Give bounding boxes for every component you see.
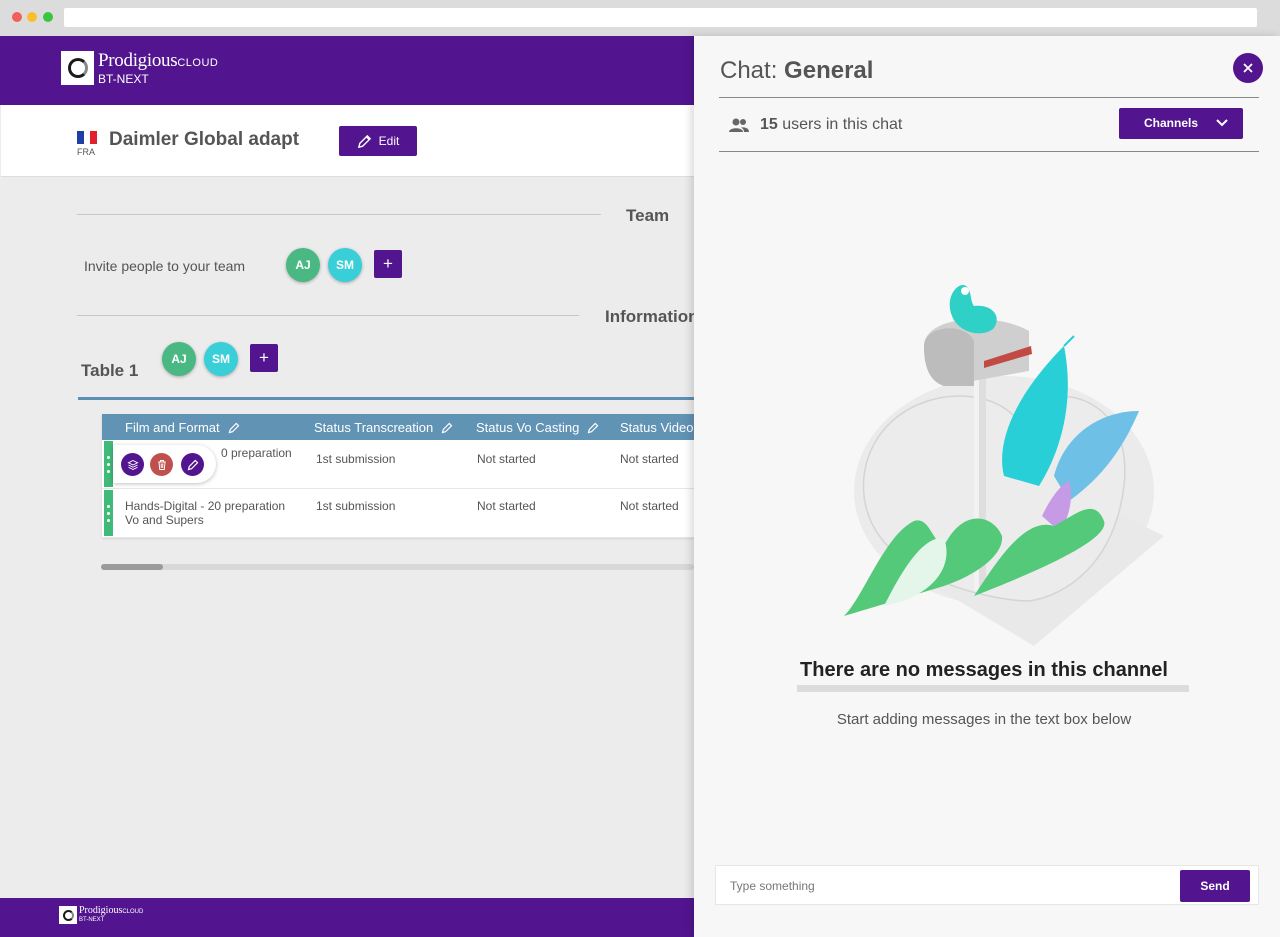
team-divider (77, 214, 601, 215)
table-header: Film and Format Status Transcreation Sta… (102, 414, 694, 440)
address-bar[interactable] (64, 8, 1257, 27)
window-maximize-dot[interactable] (43, 12, 53, 22)
edit-button-label: Edit (378, 134, 400, 148)
chat-divider (719, 97, 1259, 98)
logo-product: BT-NEXT (79, 917, 105, 923)
chat-divider (719, 151, 1259, 152)
column-header[interactable]: Film and Format (125, 420, 240, 435)
chevron-down-icon (1216, 119, 1228, 127)
project-title: Daimler Global adapt (109, 129, 300, 150)
browser-chrome (0, 0, 1280, 36)
channels-label: Channels (1144, 116, 1199, 130)
trash-icon (157, 459, 166, 470)
table-cell: Not started (620, 452, 679, 466)
channels-dropdown[interactable]: Channels (1119, 108, 1243, 139)
empty-state-subtitle: Start adding messages in the text box be… (836, 711, 1132, 728)
empty-state-title: There are no messages in this channel (800, 659, 1168, 681)
edit-project-button[interactable]: Edit (339, 126, 417, 156)
footer-logo: ProdigiousCLOUD BT-NEXT (59, 906, 143, 924)
empty-state-divider (797, 685, 1189, 692)
column-header[interactable]: Status Video (620, 420, 693, 435)
empty-mailbox-illustration (844, 285, 1164, 646)
chat-title: Chat: General (720, 57, 873, 85)
message-composer: Send (715, 865, 1259, 905)
table-cell: 1st submission (316, 452, 396, 466)
logo-mark-icon (61, 51, 94, 85)
scrollbar-thumb[interactable] (101, 564, 163, 570)
team-heading: Team (626, 206, 670, 225)
close-chat-button[interactable] (1233, 53, 1263, 83)
information-divider (77, 315, 579, 316)
france-flag-icon (77, 131, 98, 144)
add-team-member-button[interactable]: + (374, 250, 402, 278)
logo-mark-icon (59, 906, 77, 924)
users-label: users in this chat (782, 116, 903, 133)
pencil-icon (187, 459, 198, 470)
cell-line: Hands-Digital - 20 preparation (125, 499, 286, 513)
user-count: 15 (760, 116, 778, 133)
table-title: Table 1 (81, 361, 139, 380)
table-horizontal-scrollbar[interactable] (101, 564, 694, 570)
delete-row-button[interactable] (150, 453, 173, 476)
layers-icon (126, 459, 139, 470)
avatar[interactable]: SM (204, 342, 238, 376)
column-label: Status Video (620, 420, 694, 435)
edit-row-button[interactable] (181, 453, 204, 476)
column-header[interactable]: Status Vo Casting (476, 420, 599, 435)
table-cell: 1st submission (316, 499, 396, 513)
send-button[interactable]: Send (1180, 870, 1250, 902)
cell-line: Vo and Supers (125, 513, 204, 527)
information-heading: Information (605, 307, 699, 326)
avatar[interactable]: SM (328, 248, 362, 282)
window-close-dot[interactable] (12, 12, 22, 22)
row-actions-popover (113, 445, 216, 483)
copy-row-button[interactable] (121, 453, 144, 476)
country-code: FRA (77, 147, 95, 157)
pencil-icon[interactable] (441, 422, 453, 434)
close-icon (1243, 63, 1253, 73)
add-table-member-button[interactable]: + (250, 344, 278, 372)
table-cell: Not started (477, 499, 536, 513)
pencil-icon (357, 134, 371, 148)
table-cell: Hands-Digital - 20 preparation Vo and Su… (125, 499, 285, 527)
group-icon (729, 118, 749, 132)
column-label: Status Transcreation (314, 420, 434, 435)
avatar[interactable]: AJ (162, 342, 196, 376)
chat-title-prefix: Chat: (720, 57, 778, 84)
window-minimize-dot[interactable] (27, 12, 37, 22)
column-label: Status Vo Casting (476, 420, 580, 435)
pencil-icon[interactable] (587, 422, 599, 434)
chat-channel-name: General (784, 57, 874, 84)
logo-brand: ProdigiousCLOUD (79, 905, 144, 916)
table-cell: Not started (477, 452, 536, 466)
table-row[interactable]: Hands-Digital - 20 preparation Vo and Su… (102, 489, 694, 538)
table-title-underline (78, 397, 694, 400)
logo-brand: ProdigiousCLOUD (98, 50, 219, 71)
column-header[interactable]: Status Transcreation (314, 420, 453, 435)
row-drag-handle[interactable] (104, 441, 113, 487)
pencil-icon[interactable] (228, 422, 240, 434)
row-drag-handle[interactable] (104, 490, 113, 536)
column-label: Film and Format (125, 420, 220, 435)
avatar[interactable]: AJ (286, 248, 320, 282)
message-input[interactable] (730, 877, 1170, 895)
invite-label: Invite people to your team (84, 258, 246, 274)
logo-product: BT-NEXT (98, 72, 149, 86)
table-cell: Not started (620, 499, 679, 513)
chat-users-count: 15 users in this chat (728, 116, 902, 134)
app-logo[interactable]: ProdigiousCLOUD BT-NEXT (61, 51, 218, 85)
table-cell: 0 preparation (221, 446, 292, 460)
chat-panel: Chat: General 15 users in this chat Chan… (694, 36, 1280, 937)
